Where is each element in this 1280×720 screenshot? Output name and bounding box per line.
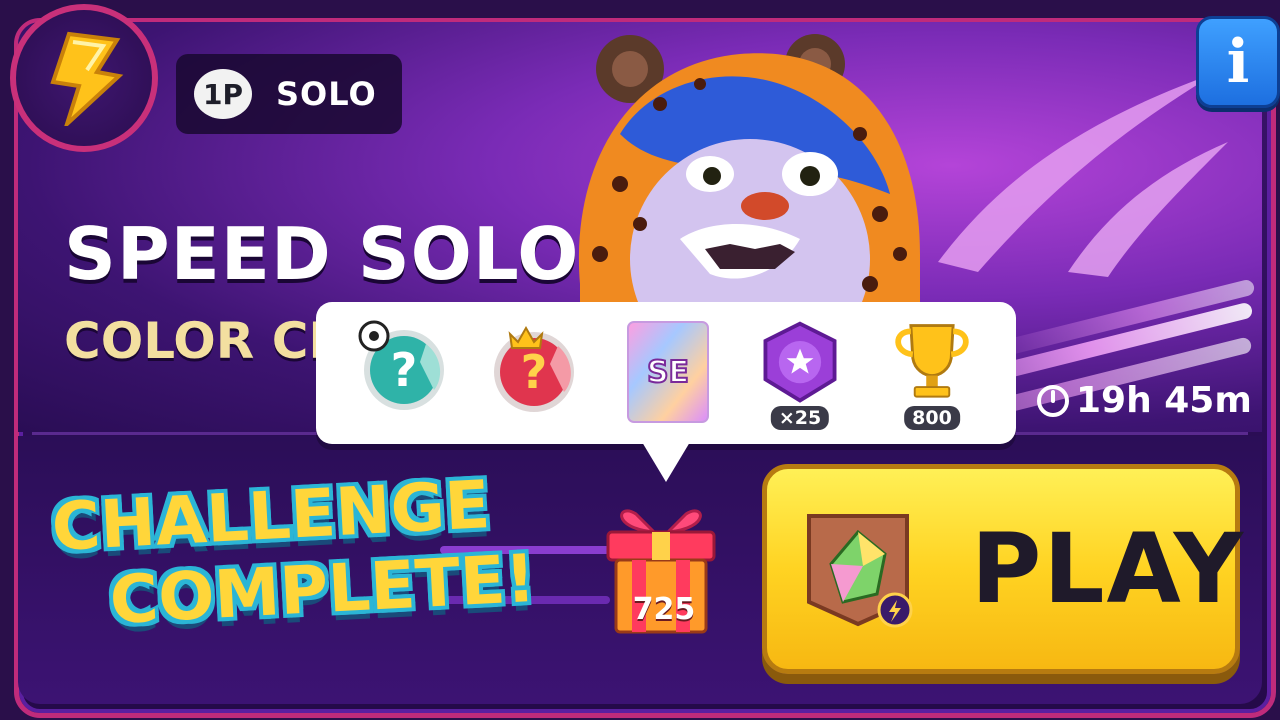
info-button[interactable]: i [1196,16,1280,108]
mystery-sticker-teal-icon: ? [358,320,444,410]
svg-text:?: ? [521,345,548,399]
event-type-badge [10,4,158,152]
reward-item[interactable]: 800 [882,316,982,432]
one-player-icon: 1P [184,67,270,121]
reward-count: ×25 [770,406,830,430]
special-edition-card-icon: SE [627,321,709,423]
mode-tag: 1P SOLO [176,54,402,134]
popup-pointer [642,442,690,482]
color-crystal-icon [803,510,913,628]
reward-count: 800 [904,406,960,430]
challenge-complete-banner: CHALLENGE COMPLETE! [50,465,537,642]
reward-item[interactable]: ×25 [750,316,850,432]
event-screen: 1P SOLO i SPEED SOLO COLOR CRYS 19h 45m … [0,0,1280,720]
mode-label: SOLO [276,75,377,113]
purple-medal-icon [763,321,837,403]
gift-count: 725 [632,592,696,627]
rewards-popup: ? ? SE ×25 800 [316,302,1016,482]
card-label: SE [647,355,689,390]
mode-badge: 1P [194,69,252,119]
mystery-sticker-red-crown-icon: ? [494,325,574,412]
play-label: PLAY [971,513,1246,625]
gold-trophy-icon [895,324,969,398]
event-title: SPEED SOLO [64,212,580,296]
lightning-bolt-icon [50,31,124,126]
reward-item[interactable]: SE [618,316,718,432]
reward-item[interactable]: ? [484,316,584,432]
event-timer: 19h 45m [1036,380,1252,421]
svg-text:?: ? [391,343,418,397]
timer-text: 19h 45m [1076,380,1252,421]
clock-icon [1037,384,1069,417]
info-icon: i [1226,27,1250,97]
play-button[interactable]: PLAY [762,464,1243,674]
reward-item[interactable]: ? [354,316,454,432]
